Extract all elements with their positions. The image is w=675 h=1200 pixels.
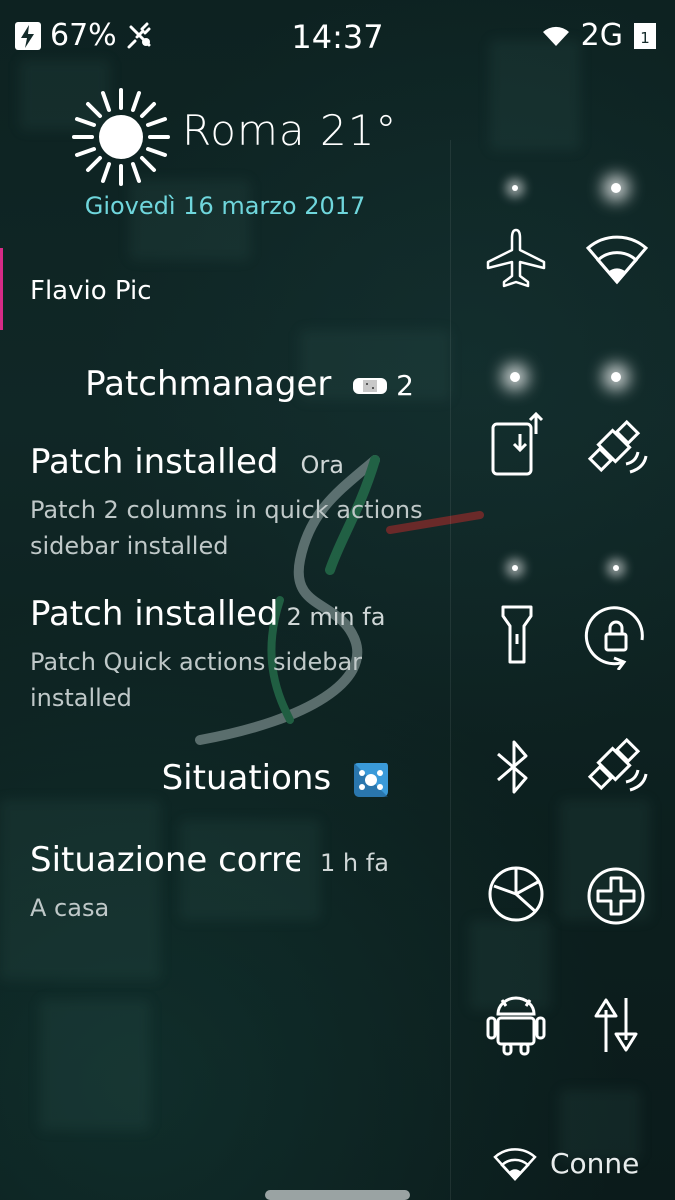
notification-title: Patch installed	[30, 594, 279, 634]
date-label: Giovedì 16 marzo 2017	[84, 192, 366, 220]
status-indicator	[512, 185, 518, 191]
weather-widget[interactable]: Roma 21°	[72, 88, 452, 188]
gps-icon-2[interactable]	[586, 736, 648, 794]
mobile-data-icon[interactable]	[588, 996, 644, 1054]
city-temperature: Roma 21°	[182, 106, 398, 155]
bluetooth-icon[interactable]	[494, 738, 534, 796]
wifi-status-label: Connected	[550, 1146, 640, 1180]
sim-card-icon: 1	[634, 22, 656, 49]
account-indicator	[0, 248, 3, 330]
notification-time: 2 min fa	[286, 603, 386, 631]
status-indicator	[512, 565, 518, 571]
notification-title: Patch installed	[30, 442, 279, 482]
wifi-status[interactable]: Connected	[492, 1145, 640, 1181]
home-handle[interactable]	[265, 1190, 410, 1200]
situations-title: Situations	[161, 758, 332, 798]
situations-app-icon	[354, 762, 388, 797]
patchmanager-header[interactable]: Patchmanager 2	[0, 364, 414, 404]
rotation-lock-icon[interactable]	[584, 604, 648, 670]
airplane-icon[interactable]	[484, 226, 548, 290]
network-type: 2G	[580, 18, 623, 53]
status-bar: 67% 14:37 2G 1	[0, 0, 675, 72]
notification-time: 1 h fa	[320, 849, 389, 877]
flashlight-icon[interactable]	[500, 604, 534, 666]
patchmanager-title: Patchmanager	[85, 364, 332, 404]
wifi-connected-icon	[493, 1148, 537, 1181]
notification-title: Situazione corrente	[30, 840, 300, 880]
situations-header[interactable]: Situations	[0, 758, 390, 799]
sim-number: 1	[640, 29, 650, 47]
sunny-icon	[72, 88, 170, 186]
notification-item[interactable]: Patch installed Ora Patch 2 columns in q…	[30, 442, 430, 564]
wifi-icon[interactable]	[584, 230, 650, 286]
android-icon[interactable]	[486, 992, 546, 1056]
account-name: Flavio Pic	[30, 276, 152, 306]
notification-item[interactable]: Situazione corrente 1 h fa A casa	[30, 840, 430, 926]
status-indicator	[510, 372, 520, 382]
notification-body: Patch Quick actions sidebar installed	[30, 648, 363, 712]
sidebar-divider	[450, 140, 451, 1200]
add-icon[interactable]	[586, 866, 646, 926]
gps-icon[interactable]	[586, 418, 648, 476]
notification-body: A casa	[30, 894, 110, 922]
status-indicator	[611, 372, 621, 382]
account-item[interactable]: Flavio Pic	[0, 248, 450, 330]
notification-body: Patch 2 columns in quick actions sidebar…	[30, 496, 423, 560]
bandage-icon	[353, 377, 388, 394]
status-indicator	[611, 183, 621, 193]
wifi-signal-icon	[542, 26, 569, 46]
data-usage-icon[interactable]	[486, 864, 546, 924]
notification-time: Ora	[300, 451, 344, 479]
notification-item[interactable]: Patch installed 2 min fa Patch Quick act…	[30, 594, 430, 716]
screenshot-icon[interactable]	[490, 410, 546, 478]
patchmanager-count: 2	[396, 369, 414, 402]
status-indicator	[613, 565, 619, 571]
